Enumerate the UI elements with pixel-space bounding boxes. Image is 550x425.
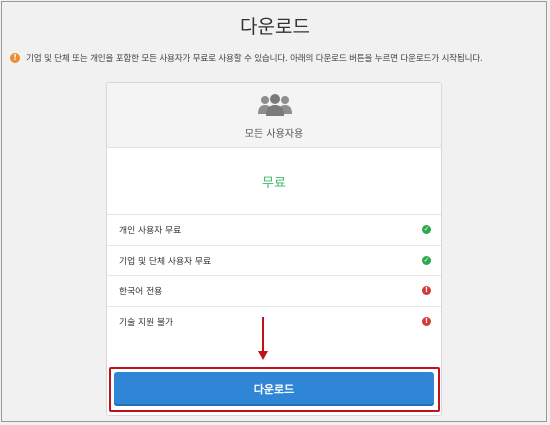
feature-label: 개인 사용자 무료 [119, 226, 182, 237]
feature-list: 개인 사용자 무료 ✓ 기업 및 단체 사용자 무료 ✓ 한국어 전용 ! 기술… [107, 215, 441, 336]
check-icon: ✓ [422, 255, 431, 265]
notice-text: 기업 및 단체 또는 개인을 포함한 모든 사용자가 무료로 사용할 수 있습니… [26, 54, 483, 64]
feature-item-personal-free: 개인 사용자 무료 ✓ [107, 215, 441, 246]
check-icon: ✓ [422, 225, 431, 235]
exclamation-icon: ! [10, 53, 20, 63]
users-icon [258, 94, 292, 116]
notice-bar: ! 기업 및 단체 또는 개인을 포함한 모든 사용자가 무료로 사용할 수 있… [10, 52, 544, 64]
exclamation-icon: ! [422, 286, 431, 296]
feature-label: 기업 및 단체 사용자 무료 [119, 256, 212, 267]
card-header: 모든 사용자용 [107, 83, 441, 148]
download-button[interactable]: 다운로드 [114, 372, 434, 406]
feature-item-no-support: 기술 지원 불가 ! [107, 307, 441, 337]
feature-item-korean-only: 한국어 전용 ! [107, 276, 441, 307]
down-arrow-annotation [258, 317, 268, 360]
price-label: 무료 [107, 148, 441, 215]
feature-label: 기술 지원 불가 [119, 317, 174, 328]
plan-name: 모든 사용자용 [244, 129, 304, 140]
feature-label: 한국어 전용 [119, 287, 163, 298]
exclamation-icon: ! [422, 316, 431, 326]
feature-item-business-free: 기업 및 단체 사용자 무료 ✓ [107, 246, 441, 276]
page-title: 다운로드 [240, 16, 310, 38]
download-card: 모든 사용자용 무료 개인 사용자 무료 ✓ 기업 및 단체 사용자 무료 ✓ … [106, 82, 442, 416]
